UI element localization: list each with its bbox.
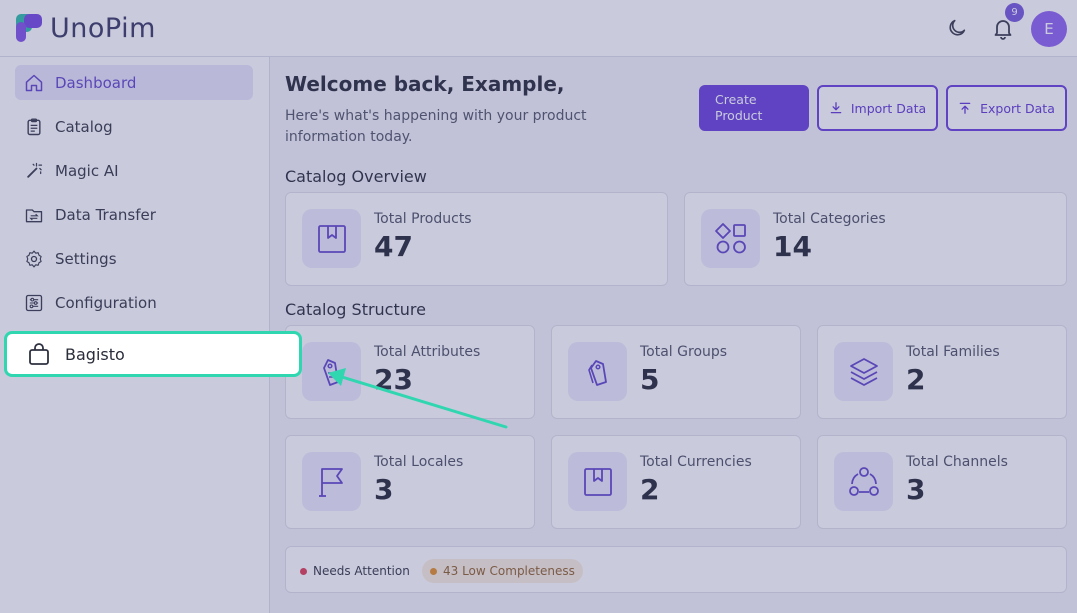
pointer-arrow-icon (328, 368, 508, 429)
